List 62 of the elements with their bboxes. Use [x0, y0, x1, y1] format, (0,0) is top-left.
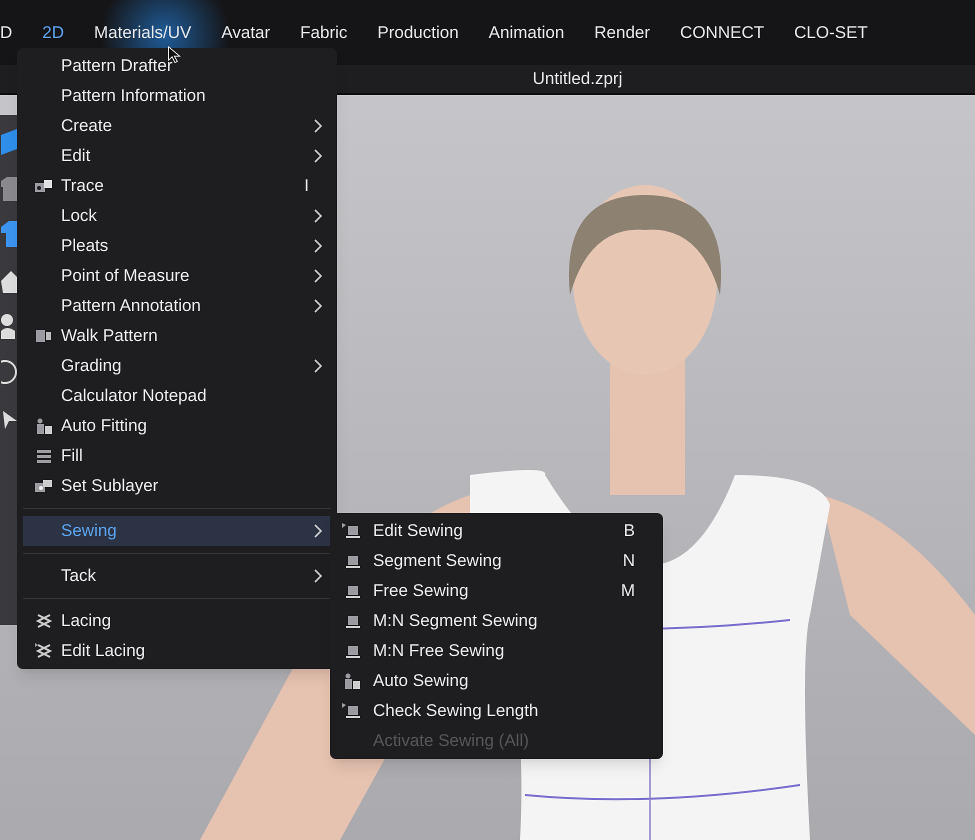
- stack-icon: [36, 448, 52, 464]
- menu-item[interactable]: Segment Sewing N: [330, 546, 663, 576]
- chevron-right-icon: [314, 359, 323, 373]
- shortcut-key: B: [624, 518, 635, 544]
- menu-bar-item[interactable]: D: [0, 20, 12, 46]
- person-icon: [0, 313, 16, 339]
- shortcut-key: M: [620, 578, 635, 604]
- menu-item[interactable]: Edit Lacing: [23, 636, 331, 666]
- menu-item[interactable]: Calculator Notepad: [23, 381, 331, 411]
- sewing-machine-icon: [342, 703, 362, 719]
- menu-bar-item[interactable]: Avatar: [221, 20, 270, 46]
- chevron-right-icon: [314, 269, 323, 283]
- menu-item[interactable]: Create: [23, 111, 331, 141]
- menu-item[interactable]: Lock: [23, 201, 331, 231]
- chevron-right-icon: [314, 149, 323, 163]
- shortcut-key: N: [622, 548, 635, 574]
- menu-item[interactable]: Pattern Information: [23, 81, 331, 111]
- figure-icon: [35, 418, 53, 434]
- menu-item[interactable]: Sewing: [23, 516, 331, 546]
- chevron-right-icon: [314, 209, 323, 223]
- pattern-piece-icon: [36, 329, 52, 343]
- figure-icon: [342, 673, 360, 689]
- shortcut-key: I: [304, 173, 309, 199]
- chevron-right-icon: [314, 239, 323, 253]
- menu-bar-item[interactable]: Materials/UV: [94, 20, 192, 46]
- menu-item[interactable]: Edit: [23, 141, 331, 171]
- menu-item[interactable]: Walk Pattern: [23, 321, 331, 351]
- menu-bar-item[interactable]: Production: [377, 20, 459, 46]
- menu-item[interactable]: Trace I: [23, 171, 331, 201]
- menu-bar-item[interactable]: 2D: [42, 20, 64, 46]
- menu-item[interactable]: Auto Fitting: [23, 411, 331, 441]
- menu-item[interactable]: Pleats: [23, 231, 331, 261]
- menu-item: Activate Sewing (All): [372, 730, 530, 752]
- menu-item[interactable]: M:N Segment Sewing: [330, 606, 663, 636]
- chevron-right-icon: [314, 299, 323, 313]
- menu-bar-item[interactable]: Render: [594, 20, 650, 46]
- menu-item[interactable]: Grading: [23, 351, 331, 381]
- menu-bar-item[interactable]: Animation: [488, 20, 564, 46]
- chevron-right-icon: [314, 119, 323, 133]
- lacing-icon: [35, 643, 53, 659]
- menu-bar-item[interactable]: CLO-SET: [794, 20, 868, 46]
- menu-item[interactable]: Point of Measure: [23, 261, 331, 291]
- menu-item[interactable]: Pattern Drafter: [23, 51, 331, 81]
- menu-item[interactable]: Auto Sewing: [330, 666, 663, 696]
- trace-icon: [35, 179, 53, 193]
- menu-item[interactable]: Lacing: [23, 606, 331, 636]
- menu-bar-item[interactable]: Fabric: [300, 20, 348, 46]
- menu-item[interactable]: Pattern Annotation: [23, 291, 331, 321]
- menu-item[interactable]: M:N Free Sewing: [330, 636, 663, 666]
- sewing-machine-icon: [342, 523, 362, 539]
- window-title: Untitled.zprj: [532, 68, 622, 90]
- chevron-right-icon: [314, 524, 323, 538]
- menu-item[interactable]: Edit Sewing B: [330, 516, 663, 546]
- menu-item[interactable]: Free Sewing M: [330, 576, 663, 606]
- chevron-right-icon: [314, 569, 323, 583]
- lacing-icon: [35, 613, 53, 629]
- layer-icon: [35, 479, 53, 493]
- menu-item[interactable]: Set Sublayer: [23, 471, 331, 501]
- menu-item[interactable]: Tack: [23, 561, 331, 591]
- menu-bar-item[interactable]: CONNECT: [680, 20, 764, 46]
- menu-item[interactable]: Fill: [23, 441, 331, 471]
- menu-item[interactable]: Check Sewing Length: [330, 696, 663, 726]
